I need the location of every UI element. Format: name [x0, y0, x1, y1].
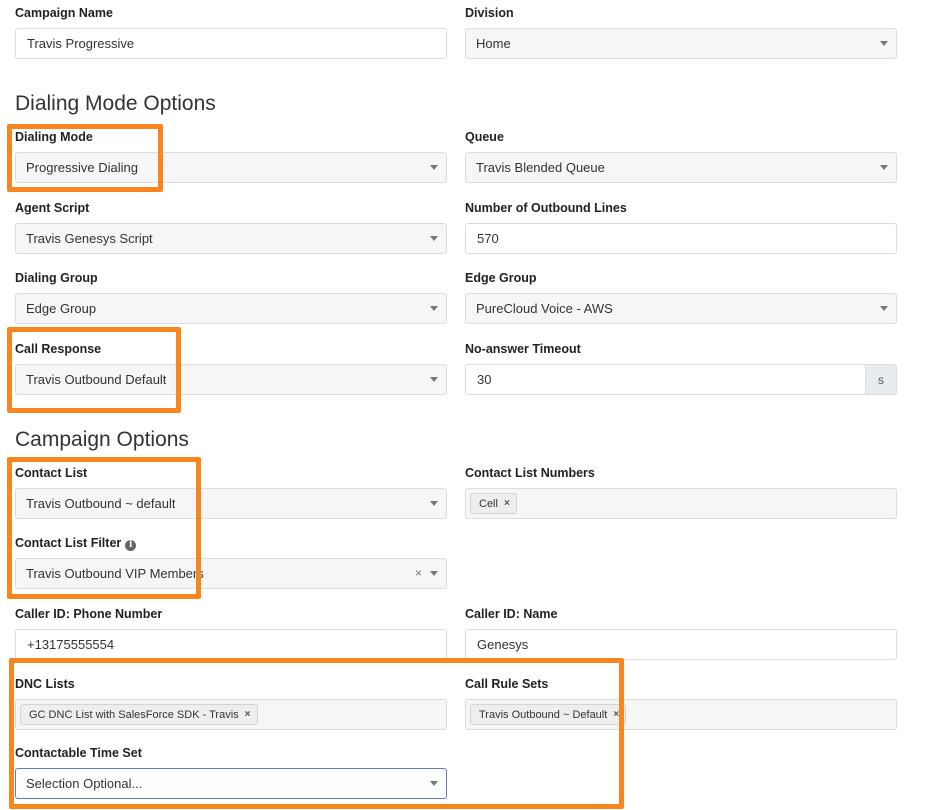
- edge-group-value: PureCloud Voice - AWS: [476, 301, 613, 316]
- contactable-time-set-value: Selection Optional...: [26, 776, 143, 791]
- contactable-time-set-select[interactable]: Selection Optional...: [15, 768, 447, 799]
- chevron-down-icon: [430, 236, 438, 241]
- agent-script-select[interactable]: Travis Genesys Script: [15, 223, 447, 254]
- no-answer-timeout-input[interactable]: 30 s: [465, 364, 897, 395]
- no-answer-timeout-label: No-answer Timeout: [465, 342, 581, 356]
- no-answer-timeout-value: 30: [477, 372, 492, 387]
- dnc-lists-label: DNC Lists: [15, 677, 75, 691]
- call-response-value: Travis Outbound Default: [26, 372, 167, 387]
- contact-list-select[interactable]: Travis Outbound ~ default: [15, 488, 447, 519]
- outbound-lines-value: 570: [477, 231, 499, 246]
- caller-id-name-label: Caller ID: Name: [465, 607, 558, 621]
- queue-label: Queue: [465, 130, 504, 144]
- call-rule-sets-label: Call Rule Sets: [465, 677, 549, 691]
- outbound-lines-input[interactable]: 570: [465, 223, 897, 254]
- caller-id-name-value: Genesys: [477, 637, 529, 652]
- dialing-mode-value: Progressive Dialing: [26, 160, 138, 175]
- dialing-mode-options-heading: Dialing Mode Options: [15, 92, 216, 115]
- chevron-down-icon: [430, 781, 438, 786]
- caller-id-phone-label: Caller ID: Phone Number: [15, 607, 163, 621]
- call-response-select[interactable]: Travis Outbound Default: [15, 364, 447, 395]
- edge-group-label: Edge Group: [465, 271, 537, 285]
- campaign-name-input[interactable]: Travis Progressive: [15, 28, 447, 59]
- dialing-group-select[interactable]: Edge Group: [15, 293, 447, 324]
- contact-number-tag: Cell ×: [470, 493, 517, 514]
- chevron-down-icon: [430, 306, 438, 311]
- division-select[interactable]: Home: [465, 28, 897, 59]
- caller-id-name-input[interactable]: Genesys: [465, 629, 897, 660]
- queue-select[interactable]: Travis Blended Queue: [465, 152, 897, 183]
- call-rule-set-tag-label: Travis Outbound ~ Default: [479, 708, 608, 721]
- contact-list-label: Contact List: [15, 466, 88, 480]
- dialing-mode-select[interactable]: Progressive Dialing: [15, 152, 447, 183]
- chevron-down-icon: [430, 377, 438, 382]
- call-rule-sets-multiselect[interactable]: Travis Outbound ~ Default ×: [465, 699, 897, 730]
- edge-group-select[interactable]: PureCloud Voice - AWS: [465, 293, 897, 324]
- info-icon[interactable]: i: [125, 540, 137, 551]
- contact-list-numbers-label: Contact List Numbers: [465, 466, 595, 480]
- remove-tag-icon[interactable]: ×: [504, 498, 510, 509]
- remove-tag-icon[interactable]: ×: [245, 709, 251, 720]
- dnc-lists-multiselect[interactable]: GC DNC List with SalesForce SDK - Travis…: [15, 699, 447, 730]
- queue-value: Travis Blended Queue: [476, 160, 605, 175]
- chevron-down-icon: [430, 501, 438, 506]
- seconds-unit-addon: s: [865, 365, 896, 394]
- remove-tag-icon[interactable]: ×: [613, 709, 619, 720]
- contact-list-value: Travis Outbound ~ default: [26, 496, 176, 511]
- call-response-label: Call Response: [15, 342, 102, 356]
- call-rule-set-tag: Travis Outbound ~ Default ×: [470, 704, 627, 725]
- contact-list-filter-label: Contact List Filter i: [15, 536, 137, 551]
- caller-id-phone-input[interactable]: +13175555554: [15, 629, 447, 660]
- agent-script-value: Travis Genesys Script: [26, 231, 153, 246]
- chevron-down-icon: [880, 165, 888, 170]
- chevron-down-icon: [880, 41, 888, 46]
- chevron-down-icon: [430, 165, 438, 170]
- campaign-options-heading: Campaign Options: [15, 428, 189, 451]
- dialing-group-value: Edge Group: [26, 301, 97, 316]
- campaign-name-label: Campaign Name: [15, 6, 113, 20]
- contact-list-filter-label-text: Contact List Filter: [15, 536, 122, 550]
- caller-id-phone-value: +13175555554: [27, 637, 115, 652]
- dnc-list-tag-label: GC DNC List with SalesForce SDK - Travis: [29, 708, 239, 721]
- contactable-time-set-label: Contactable Time Set: [15, 746, 142, 760]
- dialing-group-label: Dialing Group: [15, 271, 98, 285]
- campaign-name-value: Travis Progressive: [27, 36, 135, 51]
- chevron-down-icon: [430, 571, 438, 576]
- division-label: Division: [465, 6, 514, 20]
- contact-list-filter-value: Travis Outbound VIP Members: [26, 566, 204, 581]
- contact-number-tag-label: Cell: [479, 497, 498, 510]
- division-value: Home: [476, 36, 511, 51]
- contact-list-numbers-multiselect[interactable]: Cell ×: [465, 488, 897, 519]
- dialing-mode-label: Dialing Mode: [15, 130, 93, 144]
- chevron-down-icon: [880, 306, 888, 311]
- contact-list-filter-select[interactable]: Travis Outbound VIP Members ×: [15, 558, 447, 589]
- agent-script-label: Agent Script: [15, 201, 90, 215]
- dnc-list-tag: GC DNC List with SalesForce SDK - Travis…: [20, 704, 258, 725]
- clear-selection-icon[interactable]: ×: [415, 566, 422, 580]
- outbound-lines-label: Number of Outbound Lines: [465, 201, 627, 215]
